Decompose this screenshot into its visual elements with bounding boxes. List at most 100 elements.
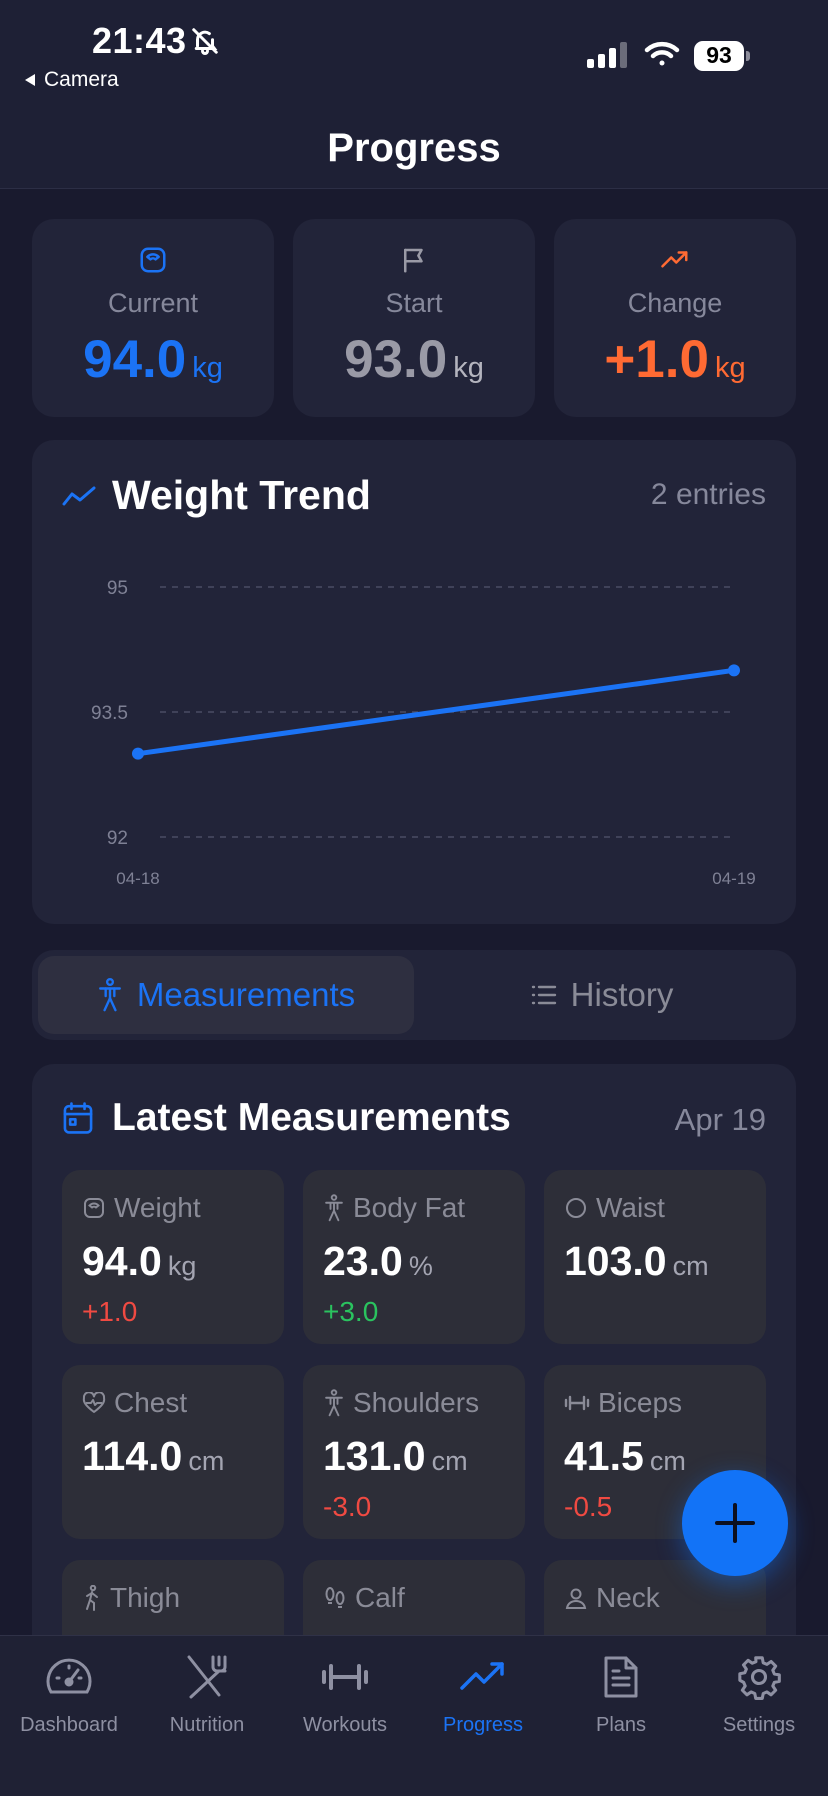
trend-up-icon	[660, 245, 690, 275]
calendar-icon	[62, 1101, 94, 1135]
measurement-tile-shoulders[interactable]: Shoulders 131.0 cm -3.0	[303, 1365, 525, 1539]
measurement-delta: -3.0	[323, 1491, 372, 1522]
measurement-label: Neck	[596, 1582, 660, 1613]
measurement-unit: cm	[649, 1446, 686, 1476]
measurement-value: 131.0	[323, 1433, 426, 1479]
tab-measurements[interactable]: Measurements	[38, 956, 414, 1034]
measurement-label: Thigh	[110, 1582, 181, 1613]
measurement-delta: +3.0	[323, 1296, 379, 1327]
heart-pulse-icon	[82, 1392, 106, 1414]
measurement-label: Shoulders	[353, 1387, 480, 1418]
stat-unit: kg	[192, 352, 223, 384]
back-to-camera-link[interactable]: Camera	[24, 68, 119, 92]
add-measurement-button[interactable]	[682, 1470, 788, 1576]
measurement-value: 23.0	[323, 1238, 403, 1284]
stat-unit: kg	[715, 352, 746, 384]
scale-icon	[138, 245, 168, 275]
back-label: Camera	[44, 68, 119, 91]
tab-nutrition[interactable]: Nutrition	[138, 1650, 276, 1737]
current-weight-card: Current 94.0 kg	[32, 219, 274, 417]
measurement-unit: kg	[167, 1251, 197, 1281]
tab-label: Nutrition	[169, 1714, 245, 1736]
cellular-signal-icon	[587, 42, 629, 68]
measurement-delta: +1.0	[82, 1296, 138, 1327]
footprints-icon	[323, 1585, 347, 1611]
person-icon	[97, 977, 123, 1013]
stat-label: Start	[385, 288, 443, 318]
stat-value: +1.0	[604, 330, 709, 389]
tab-dashboard[interactable]: Dashboard	[0, 1650, 138, 1737]
circle-icon	[564, 1196, 588, 1220]
measurement-unit: cm	[188, 1446, 225, 1476]
trend-up-icon	[414, 1650, 552, 1704]
tab-label: Dashboard	[20, 1714, 118, 1736]
measurement-value: 103.0	[564, 1238, 667, 1284]
tab-progress[interactable]: Progress	[414, 1650, 552, 1737]
back-arrow-icon	[24, 73, 36, 87]
latest-measurements-title: Latest Measurements	[112, 1096, 511, 1139]
measurement-label: Biceps	[598, 1387, 683, 1418]
data-point	[132, 747, 144, 760]
walking-icon	[82, 1585, 102, 1611]
stat-value: 94.0	[83, 330, 187, 389]
view-segmented-control: Measurements History	[32, 950, 796, 1040]
y-tick-label: 93.5	[91, 703, 128, 724]
latest-measurements-date: Apr 19	[674, 1102, 766, 1137]
battery-icon: 93	[694, 41, 750, 71]
tab-workouts[interactable]: Workouts	[276, 1650, 414, 1737]
tab-label: Settings	[722, 1714, 796, 1736]
document-icon	[552, 1650, 690, 1704]
wifi-icon	[644, 40, 680, 68]
measurement-tile-chest[interactable]: Chest 114.0 cm	[62, 1365, 284, 1539]
measurement-unit: cm	[431, 1446, 468, 1476]
x-tick-label: 04-19	[712, 869, 755, 888]
x-tick-label: 04-18	[116, 869, 159, 888]
measurement-value: 114.0	[82, 1433, 183, 1479]
measurement-label: Calf	[355, 1582, 405, 1613]
stat-unit: kg	[453, 352, 484, 384]
stat-label: Change	[627, 288, 723, 318]
gauge-icon	[0, 1650, 138, 1704]
y-tick-label: 92	[107, 828, 128, 849]
battery-level: 93	[706, 42, 732, 68]
measurement-label: Body Fat	[353, 1192, 466, 1223]
stat-value: 93.0	[344, 330, 448, 389]
measurement-tile-body-fat[interactable]: Body Fat 23.0% +3.0	[303, 1170, 525, 1344]
weight-trend-chart: 95 93.5 92 04-18 04-19	[91, 578, 756, 888]
utensils-icon	[138, 1650, 276, 1704]
measurement-label: Weight	[114, 1192, 201, 1223]
weight-trend-title: Weight Trend	[112, 472, 371, 518]
tab-label: Progress	[442, 1714, 524, 1736]
measurement-value: 94.0	[82, 1238, 162, 1284]
y-tick-label: 95	[107, 578, 128, 599]
gear-icon	[690, 1650, 828, 1704]
measurement-delta: -0.5	[564, 1491, 613, 1522]
trend-line-icon	[62, 484, 96, 510]
measurement-tile-waist[interactable]: Waist 103.0 cm	[544, 1170, 766, 1344]
data-point	[728, 664, 740, 677]
entries-count: 2 entries	[650, 478, 766, 511]
plus-icon	[715, 1503, 755, 1543]
change-weight-card: Change +1.0 kg	[554, 219, 796, 417]
measurement-unit: cm	[672, 1251, 709, 1281]
measurement-label: Chest	[114, 1387, 188, 1418]
list-icon	[531, 983, 557, 1007]
start-weight-card: Start 93.0 kg	[293, 219, 535, 417]
status-time: 21:43	[92, 20, 187, 61]
page-title: Progress	[327, 126, 501, 170]
measurement-value: 41.5	[564, 1433, 644, 1479]
tab-settings[interactable]: Settings	[690, 1650, 828, 1737]
person-icon	[323, 1194, 345, 1222]
measurement-tile-weight[interactable]: Weight 94.0 kg +1.0	[62, 1170, 284, 1344]
tab-label: Plans	[595, 1714, 647, 1736]
tab-history-label: History	[570, 976, 674, 1013]
tab-history[interactable]: History	[414, 956, 790, 1034]
bell-muted-icon	[190, 26, 220, 56]
user-icon	[564, 1586, 588, 1610]
tab-measurements-label: Measurements	[136, 976, 356, 1013]
person-icon	[323, 1389, 345, 1417]
measurement-label: Waist	[596, 1192, 665, 1223]
measurement-unit: %	[408, 1251, 433, 1281]
tab-plans[interactable]: Plans	[552, 1650, 690, 1737]
flag-icon	[399, 245, 429, 275]
